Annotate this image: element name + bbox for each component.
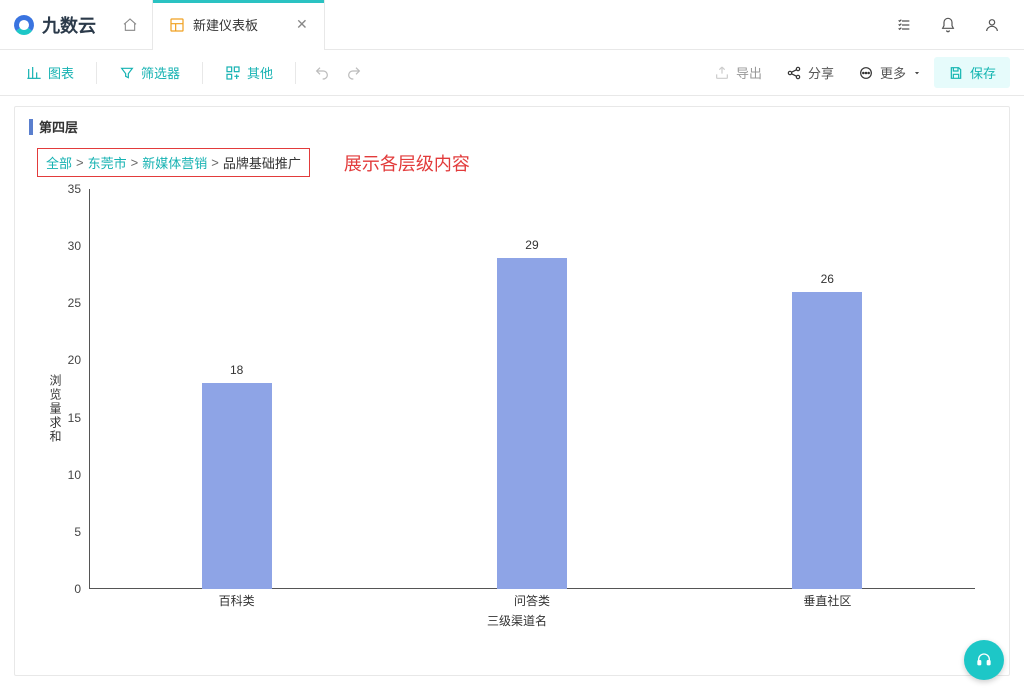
- brand-text: 九数云: [42, 12, 96, 38]
- y-axis-label: 浏览量求和: [47, 374, 64, 444]
- chevron-down-icon: [912, 65, 922, 81]
- tab-label: 新建仪表板: [193, 15, 258, 34]
- y-tick: 0: [49, 582, 89, 596]
- topbar-right: [882, 0, 1024, 50]
- x-axis-label: 三级渠道名: [49, 612, 985, 629]
- user-button[interactable]: [970, 0, 1014, 50]
- breadcrumb-sep: >: [131, 155, 139, 170]
- share-label: 分享: [808, 63, 834, 82]
- export-label: 导出: [736, 63, 762, 82]
- y-tick: 20: [49, 353, 89, 367]
- home-icon: [122, 17, 138, 33]
- chart-icon: [26, 65, 42, 81]
- y-tick: 5: [49, 525, 89, 539]
- breadcrumb: 全部 > 东莞市 > 新媒体营销 > 品牌基础推广: [37, 148, 310, 177]
- dashboard-icon: [169, 17, 185, 33]
- more-button[interactable]: 更多: [846, 57, 934, 88]
- add-other-label: 其他: [247, 63, 273, 82]
- x-tick: 百科类: [89, 592, 384, 609]
- y-tick: 30: [49, 239, 89, 253]
- bar-column: 26: [680, 189, 975, 589]
- bar-column: 18: [89, 189, 384, 589]
- bar[interactable]: 26: [792, 292, 862, 589]
- user-icon: [984, 17, 1000, 33]
- bar-value-label: 29: [497, 238, 567, 252]
- card-title: 第四层: [39, 117, 78, 136]
- add-other-button[interactable]: 其他: [213, 57, 285, 88]
- notifications-button[interactable]: [926, 0, 970, 50]
- y-tick: 25: [49, 296, 89, 310]
- annotation-text: 展示各层级内容: [344, 150, 470, 176]
- add-filter-button[interactable]: 筛选器: [107, 57, 192, 88]
- bar[interactable]: 29: [497, 258, 567, 589]
- breadcrumb-row: 全部 > 东莞市 > 新媒体营销 > 品牌基础推广 展示各层级内容: [29, 142, 995, 183]
- breadcrumb-link[interactable]: 东莞市: [88, 153, 127, 172]
- brand-logo[interactable]: 九数云: [0, 12, 108, 38]
- add-chart-label: 图表: [48, 63, 74, 82]
- redo-button[interactable]: [338, 59, 370, 87]
- toolbar: 图表 筛选器 其他 导出 分享: [0, 50, 1024, 96]
- dashboard-canvas: 第四层 全部 > 东莞市 > 新媒体营销 > 品牌基础推广 展示各层级内容 浏览…: [0, 96, 1024, 690]
- export-button[interactable]: 导出: [702, 57, 774, 88]
- filter-icon: [119, 65, 135, 81]
- other-icon: [225, 65, 241, 81]
- save-button[interactable]: 保存: [934, 57, 1010, 88]
- card-title-row: 第四层: [29, 117, 995, 136]
- bar-value-label: 26: [792, 272, 862, 286]
- undo-button[interactable]: [306, 59, 338, 87]
- y-tick: 10: [49, 468, 89, 482]
- x-axis-ticks: 百科类问答类垂直社区: [89, 592, 975, 609]
- more-label: 更多: [880, 63, 906, 82]
- bar-column: 29: [384, 189, 679, 589]
- breadcrumb-link[interactable]: 新媒体营销: [142, 153, 207, 172]
- breadcrumb-sep: >: [76, 155, 84, 170]
- add-filter-label: 筛选器: [141, 63, 180, 82]
- close-icon: ✕: [296, 16, 308, 32]
- topbar: 九数云 新建仪表板 ✕: [0, 0, 1024, 50]
- breadcrumb-sep: >: [211, 155, 219, 170]
- bar-value-label: 18: [202, 363, 272, 377]
- share-icon: [786, 65, 802, 81]
- more-icon: [858, 65, 874, 81]
- export-icon: [714, 65, 730, 81]
- toolbar-divider: [295, 62, 296, 84]
- toolbar-divider: [96, 62, 97, 84]
- headset-icon: [974, 650, 994, 670]
- x-tick: 垂直社区: [680, 592, 975, 609]
- brand-logo-icon: [12, 13, 36, 37]
- bell-icon: [940, 17, 956, 33]
- bar-chart: 浏览量求和 05101520253035 182926 百科类问答类垂直社区 三…: [49, 189, 985, 629]
- tab-new-dashboard[interactable]: 新建仪表板 ✕: [152, 0, 325, 50]
- bars-container: 18 29 26: [89, 189, 975, 589]
- save-icon: [948, 65, 964, 81]
- y-tick: 35: [49, 182, 89, 196]
- card-title-accent: [29, 119, 33, 135]
- breadcrumb-link[interactable]: 全部: [46, 153, 72, 172]
- chart-card[interactable]: 第四层 全部 > 东莞市 > 新媒体营销 > 品牌基础推广 展示各层级内容 浏览…: [14, 106, 1010, 676]
- redo-icon: [346, 65, 362, 81]
- x-tick: 问答类: [384, 592, 679, 609]
- toolbar-divider: [202, 62, 203, 84]
- undo-icon: [314, 65, 330, 81]
- share-button[interactable]: 分享: [774, 57, 846, 88]
- task-list-icon: [896, 17, 912, 33]
- tab-close-button[interactable]: ✕: [296, 16, 308, 33]
- help-fab[interactable]: [964, 640, 1004, 680]
- add-chart-button[interactable]: 图表: [14, 57, 86, 88]
- home-button[interactable]: [108, 0, 152, 50]
- bar[interactable]: 18: [202, 383, 272, 589]
- breadcrumb-current: 品牌基础推广: [223, 153, 301, 172]
- save-label: 保存: [970, 63, 996, 82]
- task-list-button[interactable]: [882, 0, 926, 50]
- y-tick: 15: [49, 411, 89, 425]
